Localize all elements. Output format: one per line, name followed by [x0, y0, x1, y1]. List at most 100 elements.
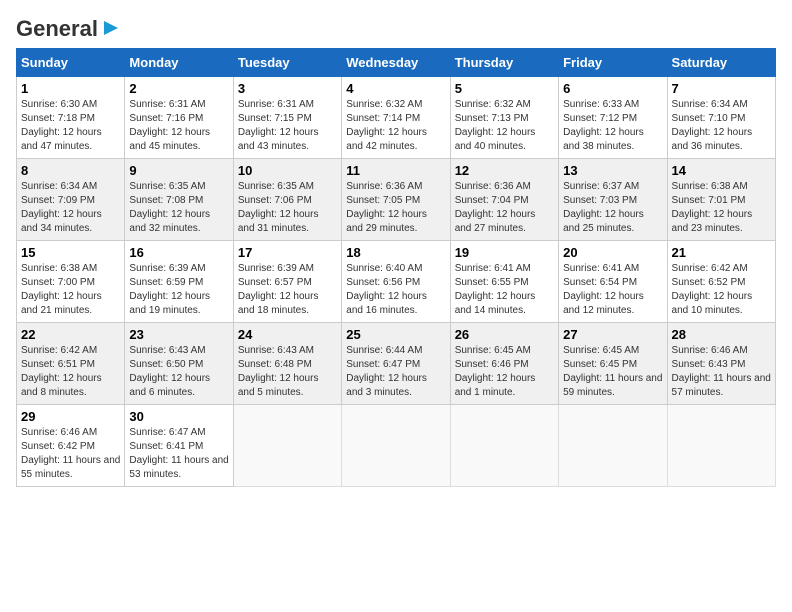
logo-arrow-icon — [100, 17, 122, 39]
day-info: Sunrise: 6:32 AM Sunset: 7:13 PM Dayligh… — [455, 98, 554, 154]
day-number: 28 — [672, 327, 771, 342]
day-info: Sunrise: 6:31 AM Sunset: 7:15 PM Dayligh… — [238, 98, 337, 154]
day-number: 30 — [129, 409, 228, 424]
calendar-cell: 27 Sunrise: 6:45 AM Sunset: 6:45 PM Dayl… — [559, 323, 667, 405]
day-number: 23 — [129, 327, 228, 342]
col-header-tuesday: Tuesday — [233, 49, 341, 77]
day-number: 2 — [129, 81, 228, 96]
logo-text-general: General — [16, 16, 98, 42]
day-number: 15 — [21, 245, 120, 260]
day-info: Sunrise: 6:42 AM Sunset: 6:51 PM Dayligh… — [21, 344, 120, 400]
calendar-cell: 16 Sunrise: 6:39 AM Sunset: 6:59 PM Dayl… — [125, 241, 233, 323]
calendar-cell: 12 Sunrise: 6:36 AM Sunset: 7:04 PM Dayl… — [450, 159, 558, 241]
calendar-cell: 13 Sunrise: 6:37 AM Sunset: 7:03 PM Dayl… — [559, 159, 667, 241]
day-info: Sunrise: 6:46 AM Sunset: 6:42 PM Dayligh… — [21, 426, 120, 482]
day-info: Sunrise: 6:46 AM Sunset: 6:43 PM Dayligh… — [672, 344, 771, 400]
day-number: 11 — [346, 163, 445, 178]
col-header-monday: Monday — [125, 49, 233, 77]
calendar-cell: 8 Sunrise: 6:34 AM Sunset: 7:09 PM Dayli… — [17, 159, 125, 241]
col-header-wednesday: Wednesday — [342, 49, 450, 77]
calendar-table: SundayMondayTuesdayWednesdayThursdayFrid… — [16, 48, 776, 487]
calendar-cell: 2 Sunrise: 6:31 AM Sunset: 7:16 PM Dayli… — [125, 77, 233, 159]
calendar-cell: 26 Sunrise: 6:45 AM Sunset: 6:46 PM Dayl… — [450, 323, 558, 405]
day-number: 26 — [455, 327, 554, 342]
calendar-cell: 25 Sunrise: 6:44 AM Sunset: 6:47 PM Dayl… — [342, 323, 450, 405]
day-number: 8 — [21, 163, 120, 178]
calendar-cell: 14 Sunrise: 6:38 AM Sunset: 7:01 PM Dayl… — [667, 159, 775, 241]
day-info: Sunrise: 6:39 AM Sunset: 6:59 PM Dayligh… — [129, 262, 228, 318]
day-number: 3 — [238, 81, 337, 96]
day-info: Sunrise: 6:39 AM Sunset: 6:57 PM Dayligh… — [238, 262, 337, 318]
calendar-cell: 10 Sunrise: 6:35 AM Sunset: 7:06 PM Dayl… — [233, 159, 341, 241]
calendar-cell: 28 Sunrise: 6:46 AM Sunset: 6:43 PM Dayl… — [667, 323, 775, 405]
calendar-cell: 19 Sunrise: 6:41 AM Sunset: 6:55 PM Dayl… — [450, 241, 558, 323]
calendar-cell — [233, 405, 341, 487]
day-info: Sunrise: 6:35 AM Sunset: 7:08 PM Dayligh… — [129, 180, 228, 236]
day-info: Sunrise: 6:42 AM Sunset: 6:52 PM Dayligh… — [672, 262, 771, 318]
day-number: 20 — [563, 245, 662, 260]
col-header-sunday: Sunday — [17, 49, 125, 77]
day-info: Sunrise: 6:34 AM Sunset: 7:10 PM Dayligh… — [672, 98, 771, 154]
day-number: 27 — [563, 327, 662, 342]
day-number: 21 — [672, 245, 771, 260]
calendar-cell: 22 Sunrise: 6:42 AM Sunset: 6:51 PM Dayl… — [17, 323, 125, 405]
calendar-cell: 23 Sunrise: 6:43 AM Sunset: 6:50 PM Dayl… — [125, 323, 233, 405]
calendar-cell: 24 Sunrise: 6:43 AM Sunset: 6:48 PM Dayl… — [233, 323, 341, 405]
day-number: 10 — [238, 163, 337, 178]
calendar-cell: 18 Sunrise: 6:40 AM Sunset: 6:56 PM Dayl… — [342, 241, 450, 323]
calendar-cell: 15 Sunrise: 6:38 AM Sunset: 7:00 PM Dayl… — [17, 241, 125, 323]
day-info: Sunrise: 6:43 AM Sunset: 6:50 PM Dayligh… — [129, 344, 228, 400]
day-info: Sunrise: 6:37 AM Sunset: 7:03 PM Dayligh… — [563, 180, 662, 236]
calendar-cell: 7 Sunrise: 6:34 AM Sunset: 7:10 PM Dayli… — [667, 77, 775, 159]
day-number: 19 — [455, 245, 554, 260]
calendar-cell: 9 Sunrise: 6:35 AM Sunset: 7:08 PM Dayli… — [125, 159, 233, 241]
col-header-friday: Friday — [559, 49, 667, 77]
day-number: 24 — [238, 327, 337, 342]
calendar-cell: 4 Sunrise: 6:32 AM Sunset: 7:14 PM Dayli… — [342, 77, 450, 159]
day-info: Sunrise: 6:33 AM Sunset: 7:12 PM Dayligh… — [563, 98, 662, 154]
day-info: Sunrise: 6:35 AM Sunset: 7:06 PM Dayligh… — [238, 180, 337, 236]
logo: General — [16, 16, 122, 36]
calendar-cell — [342, 405, 450, 487]
day-info: Sunrise: 6:41 AM Sunset: 6:55 PM Dayligh… — [455, 262, 554, 318]
calendar-cell: 29 Sunrise: 6:46 AM Sunset: 6:42 PM Dayl… — [17, 405, 125, 487]
day-info: Sunrise: 6:45 AM Sunset: 6:45 PM Dayligh… — [563, 344, 662, 400]
day-number: 7 — [672, 81, 771, 96]
calendar-cell: 17 Sunrise: 6:39 AM Sunset: 6:57 PM Dayl… — [233, 241, 341, 323]
day-number: 22 — [21, 327, 120, 342]
day-info: Sunrise: 6:34 AM Sunset: 7:09 PM Dayligh… — [21, 180, 120, 236]
calendar-cell: 11 Sunrise: 6:36 AM Sunset: 7:05 PM Dayl… — [342, 159, 450, 241]
day-info: Sunrise: 6:47 AM Sunset: 6:41 PM Dayligh… — [129, 426, 228, 482]
day-number: 17 — [238, 245, 337, 260]
day-number: 25 — [346, 327, 445, 342]
page-header: General — [16, 16, 776, 36]
calendar-cell — [667, 405, 775, 487]
day-info: Sunrise: 6:43 AM Sunset: 6:48 PM Dayligh… — [238, 344, 337, 400]
calendar-cell: 5 Sunrise: 6:32 AM Sunset: 7:13 PM Dayli… — [450, 77, 558, 159]
col-header-saturday: Saturday — [667, 49, 775, 77]
day-info: Sunrise: 6:40 AM Sunset: 6:56 PM Dayligh… — [346, 262, 445, 318]
day-number: 6 — [563, 81, 662, 96]
day-info: Sunrise: 6:38 AM Sunset: 7:01 PM Dayligh… — [672, 180, 771, 236]
day-number: 12 — [455, 163, 554, 178]
day-info: Sunrise: 6:45 AM Sunset: 6:46 PM Dayligh… — [455, 344, 554, 400]
day-number: 13 — [563, 163, 662, 178]
calendar-cell — [450, 405, 558, 487]
day-number: 29 — [21, 409, 120, 424]
calendar-cell: 21 Sunrise: 6:42 AM Sunset: 6:52 PM Dayl… — [667, 241, 775, 323]
day-info: Sunrise: 6:41 AM Sunset: 6:54 PM Dayligh… — [563, 262, 662, 318]
day-number: 9 — [129, 163, 228, 178]
calendar-cell: 6 Sunrise: 6:33 AM Sunset: 7:12 PM Dayli… — [559, 77, 667, 159]
day-info: Sunrise: 6:31 AM Sunset: 7:16 PM Dayligh… — [129, 98, 228, 154]
day-number: 4 — [346, 81, 445, 96]
day-number: 5 — [455, 81, 554, 96]
calendar-cell: 30 Sunrise: 6:47 AM Sunset: 6:41 PM Dayl… — [125, 405, 233, 487]
calendar-cell — [559, 405, 667, 487]
day-info: Sunrise: 6:38 AM Sunset: 7:00 PM Dayligh… — [21, 262, 120, 318]
calendar-cell: 3 Sunrise: 6:31 AM Sunset: 7:15 PM Dayli… — [233, 77, 341, 159]
day-info: Sunrise: 6:44 AM Sunset: 6:47 PM Dayligh… — [346, 344, 445, 400]
day-info: Sunrise: 6:36 AM Sunset: 7:05 PM Dayligh… — [346, 180, 445, 236]
day-info: Sunrise: 6:30 AM Sunset: 7:18 PM Dayligh… — [21, 98, 120, 154]
day-info: Sunrise: 6:36 AM Sunset: 7:04 PM Dayligh… — [455, 180, 554, 236]
day-number: 18 — [346, 245, 445, 260]
